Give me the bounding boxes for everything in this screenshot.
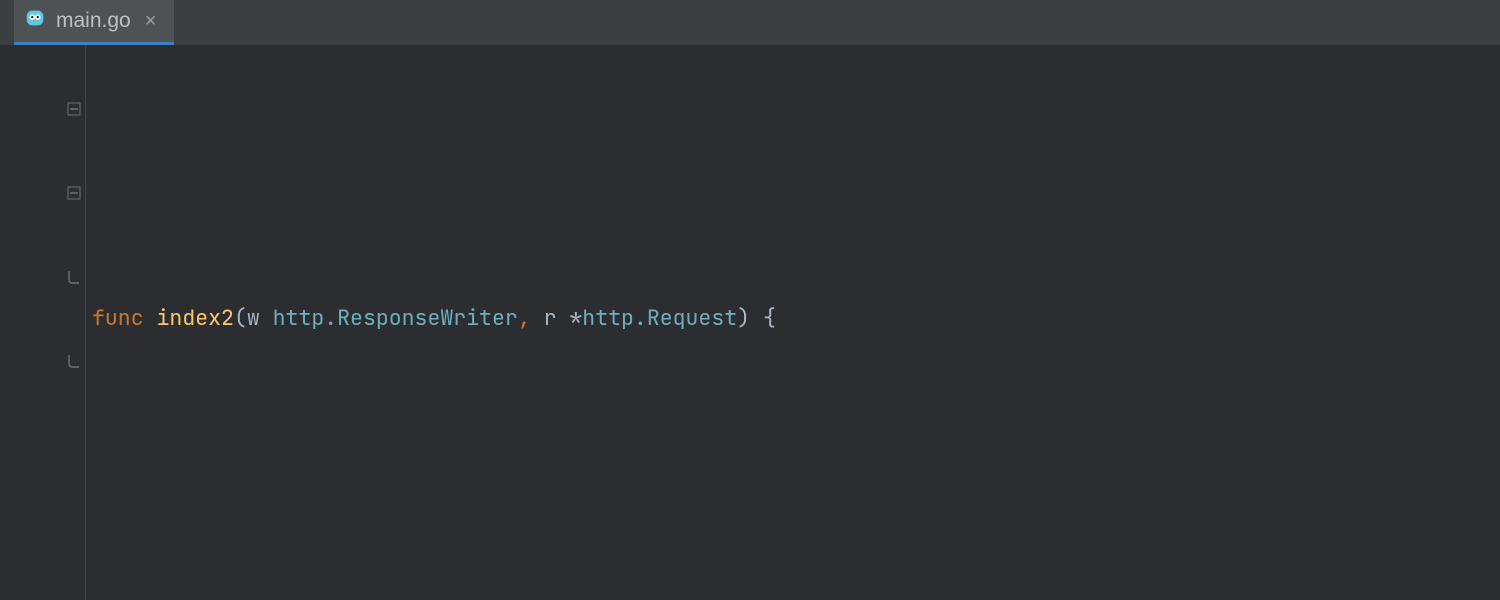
code-editor[interactable]: func index2(w http.ResponseWriter, r *ht… [0, 45, 1500, 600]
code-line [86, 465, 1500, 507]
keyword-func: func [92, 304, 144, 332]
code-area[interactable]: func index2(w http.ResponseWriter, r *ht… [86, 45, 1500, 600]
tab-filename: main.go [56, 9, 131, 33]
close-icon[interactable]: × [141, 9, 161, 33]
fold-toggle-icon[interactable] [66, 185, 82, 201]
tab-bar: main.go × [0, 0, 1500, 45]
gopher-icon [24, 7, 46, 35]
fold-end-icon[interactable] [66, 353, 82, 369]
editor-gutter [0, 45, 86, 600]
tab-main-go[interactable]: main.go × [14, 0, 174, 45]
fold-end-icon[interactable] [66, 269, 82, 285]
code-line: func index2(w http.ResponseWriter, r *ht… [86, 297, 1500, 339]
fold-toggle-icon[interactable] [66, 101, 82, 117]
func-name: index2 [157, 304, 234, 332]
